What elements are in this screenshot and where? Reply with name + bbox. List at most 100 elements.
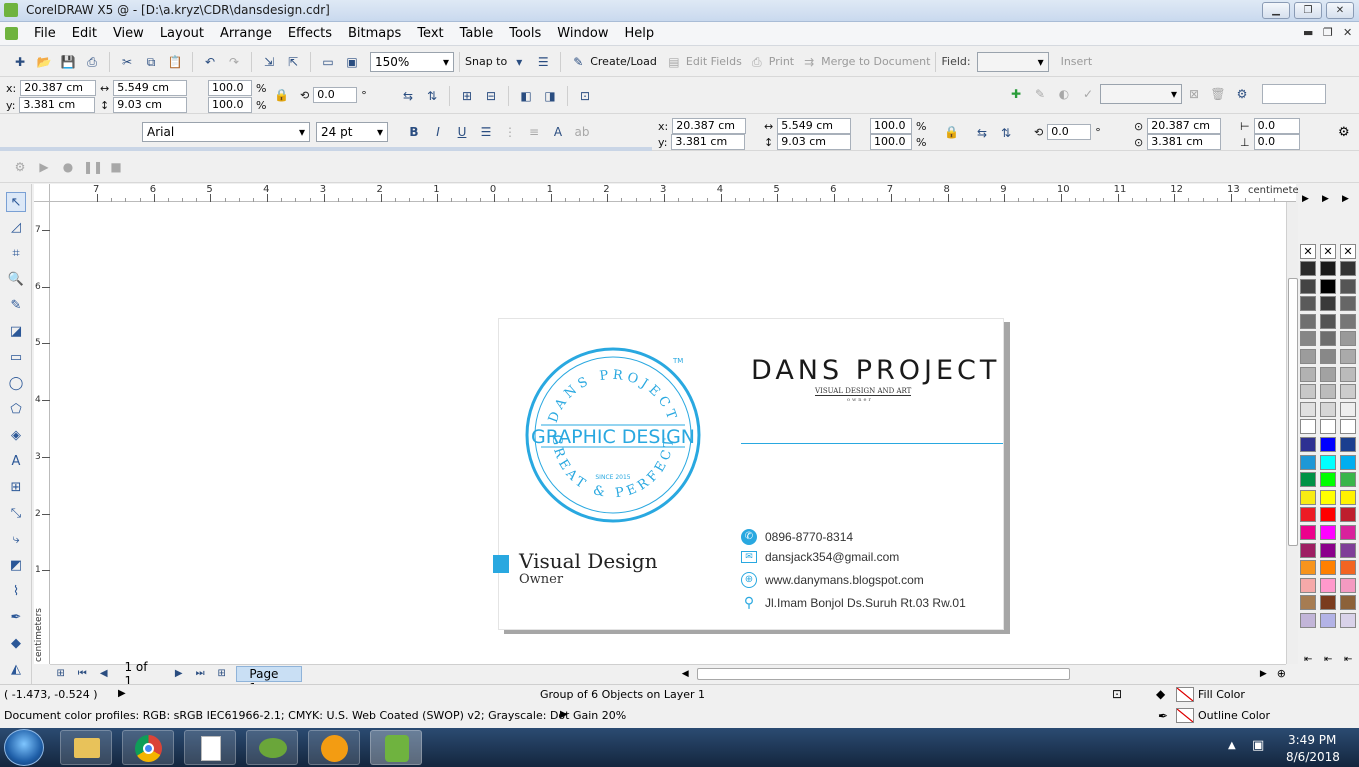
edit-fields-button[interactable]: Edit Fields bbox=[686, 55, 742, 68]
chevron-down-icon[interactable]: ▾ bbox=[510, 53, 528, 71]
color-swatch[interactable] bbox=[1340, 489, 1356, 505]
add-page-after-icon[interactable]: ⊞ bbox=[213, 665, 230, 683]
color-swatch[interactable] bbox=[1340, 296, 1356, 312]
text-x-field[interactable]: 20.387 cm bbox=[672, 118, 747, 134]
color-swatch[interactable] bbox=[1300, 454, 1316, 470]
color-swatch[interactable] bbox=[1340, 472, 1356, 488]
new-document-icon[interactable]: ✚ bbox=[11, 53, 29, 71]
weld-icon[interactable]: ◧ bbox=[517, 87, 535, 105]
scale-y-field[interactable]: 100.0 bbox=[208, 97, 252, 113]
first-page-icon[interactable]: ⏮ bbox=[73, 665, 90, 683]
zoom-combo[interactable]: 150% ▾ bbox=[370, 51, 454, 72]
color-swatch[interactable] bbox=[1300, 577, 1316, 593]
scroll-right-icon[interactable]: ▶ bbox=[1260, 669, 1267, 679]
color-swatch[interactable] bbox=[1300, 472, 1316, 488]
color-swatch[interactable] bbox=[1340, 595, 1356, 611]
field-combo[interactable]: ▾ bbox=[976, 51, 1049, 72]
scroll-left-icon[interactable]: ◀ bbox=[682, 669, 689, 679]
italic-icon[interactable]: I bbox=[429, 123, 447, 141]
play-arrow-icon[interactable]: ▶ bbox=[118, 688, 126, 699]
color-swatch[interactable] bbox=[1340, 560, 1356, 576]
bold-icon[interactable]: B bbox=[405, 123, 423, 141]
color-swatch[interactable] bbox=[1320, 454, 1336, 470]
width-field[interactable]: 5.549 cm bbox=[113, 80, 188, 96]
color-swatch[interactable] bbox=[1300, 560, 1316, 576]
pick-tool-icon[interactable]: ↖ bbox=[6, 192, 26, 212]
color-swatch[interactable] bbox=[1320, 261, 1336, 276]
vertical-ruler[interactable]: 7 6 5 4 3 2 1 centimeters bbox=[34, 202, 50, 664]
text-tool-icon[interactable]: A bbox=[6, 452, 26, 472]
color-swatch[interactable] bbox=[1320, 472, 1336, 488]
create-load-icon[interactable]: ✎ bbox=[569, 53, 587, 71]
profile-arrow-icon[interactable]: ▶ bbox=[560, 709, 568, 720]
color-swatch[interactable] bbox=[1300, 349, 1316, 364]
color-swatch[interactable] bbox=[1300, 331, 1316, 347]
menu-help[interactable]: Help bbox=[617, 26, 663, 41]
skew-x-field[interactable]: 0.0 bbox=[1253, 118, 1300, 134]
doc-minimize-icon[interactable]: ▬ bbox=[1303, 26, 1313, 39]
color-swatch[interactable] bbox=[1300, 384, 1316, 400]
color-swatch[interactable] bbox=[1320, 437, 1336, 452]
taskbar-uc-browser[interactable] bbox=[308, 730, 360, 765]
no-color-swatch-icon[interactable]: ✕ bbox=[1320, 244, 1336, 259]
color-swatch[interactable] bbox=[1300, 296, 1316, 312]
menu-table[interactable]: Table bbox=[452, 26, 502, 41]
group-icon[interactable]: ⊞ bbox=[458, 87, 476, 105]
dimension-tool-icon[interactable]: ⤡ bbox=[6, 504, 26, 524]
color-swatch[interactable] bbox=[1340, 613, 1356, 628]
color-swatch[interactable] bbox=[1340, 384, 1356, 400]
color-swatch[interactable] bbox=[1340, 366, 1356, 382]
color-swatch[interactable] bbox=[1320, 560, 1336, 576]
taskbar-chrome[interactable] bbox=[122, 730, 174, 765]
connector-tool-icon[interactable]: ⤷ bbox=[6, 530, 26, 550]
menu-layout[interactable]: Layout bbox=[152, 26, 212, 41]
business-card[interactable]: DANS PROJECT GREAT & PERFECT GRAPHIC DES… bbox=[493, 318, 1004, 630]
options-icon[interactable]: ☰ bbox=[534, 53, 552, 71]
table-tool-icon[interactable]: ⊞ bbox=[6, 478, 26, 498]
palette-expand-icon[interactable]: ⇤ bbox=[1324, 654, 1332, 665]
menu-file[interactable]: File bbox=[26, 26, 64, 41]
color-swatch[interactable] bbox=[1320, 296, 1336, 312]
print-icon[interactable]: ⎙ bbox=[83, 53, 101, 71]
smart-fill-icon[interactable]: ◪ bbox=[6, 322, 26, 342]
shape-tool-icon[interactable]: ◿ bbox=[6, 218, 26, 238]
export-icon[interactable]: ⇱ bbox=[284, 53, 302, 71]
ruler-origin[interactable] bbox=[34, 184, 50, 202]
save-icon[interactable]: 💾 bbox=[59, 53, 77, 71]
menu-bitmaps[interactable]: Bitmaps bbox=[340, 26, 409, 41]
color-swatch[interactable] bbox=[1320, 613, 1336, 628]
text-y-field[interactable]: 3.381 cm bbox=[671, 134, 746, 150]
align-icon[interactable]: ☰ bbox=[477, 123, 495, 141]
crop-tool-icon[interactable]: ⌗ bbox=[6, 244, 26, 264]
color-swatch[interactable] bbox=[1300, 313, 1316, 329]
underline-icon[interactable]: U bbox=[453, 123, 471, 141]
color-swatch[interactable] bbox=[1300, 261, 1316, 276]
color-swatch[interactable] bbox=[1340, 331, 1356, 347]
ungroup-icon[interactable]: ⊟ bbox=[482, 87, 500, 105]
import-icon[interactable]: ⇲ bbox=[260, 53, 278, 71]
color-swatch[interactable] bbox=[1300, 595, 1316, 611]
palette-expand-icon[interactable]: ⇤ bbox=[1304, 654, 1312, 665]
color-swatch[interactable] bbox=[1300, 278, 1316, 294]
rectangle-tool-icon[interactable]: ▭ bbox=[6, 348, 26, 368]
add-page-before-icon[interactable]: ⊞ bbox=[52, 665, 69, 683]
color-swatch[interactable] bbox=[1320, 401, 1336, 417]
fill-color-swatch[interactable] bbox=[1176, 687, 1194, 702]
trim-icon[interactable]: ◨ bbox=[541, 87, 559, 105]
mirror-vertical-icon[interactable]: ⇅ bbox=[997, 124, 1015, 142]
welcome-screen-icon[interactable]: ▣ bbox=[343, 53, 361, 71]
color-swatch[interactable] bbox=[1300, 507, 1316, 523]
color-swatch[interactable] bbox=[1300, 613, 1316, 628]
freehand-tool-icon[interactable]: ✎ bbox=[6, 296, 26, 316]
color-swatch[interactable] bbox=[1320, 507, 1336, 523]
cut-icon[interactable]: ✂ bbox=[118, 53, 136, 71]
create-load-button[interactable]: Create/Load bbox=[590, 55, 657, 68]
font-size-combo[interactable]: 24 pt ▾ bbox=[316, 122, 388, 142]
color-swatch[interactable] bbox=[1340, 419, 1356, 435]
palette-expand-icon[interactable]: ⇤ bbox=[1344, 654, 1352, 665]
next-page-icon[interactable]: ▶ bbox=[170, 665, 187, 683]
vertical-scroll-thumb[interactable] bbox=[1288, 278, 1298, 546]
text-scale-y-field[interactable]: 100.0 bbox=[870, 134, 912, 150]
color-swatch[interactable] bbox=[1320, 384, 1336, 400]
text-height-field[interactable]: 9.03 cm bbox=[777, 134, 852, 150]
